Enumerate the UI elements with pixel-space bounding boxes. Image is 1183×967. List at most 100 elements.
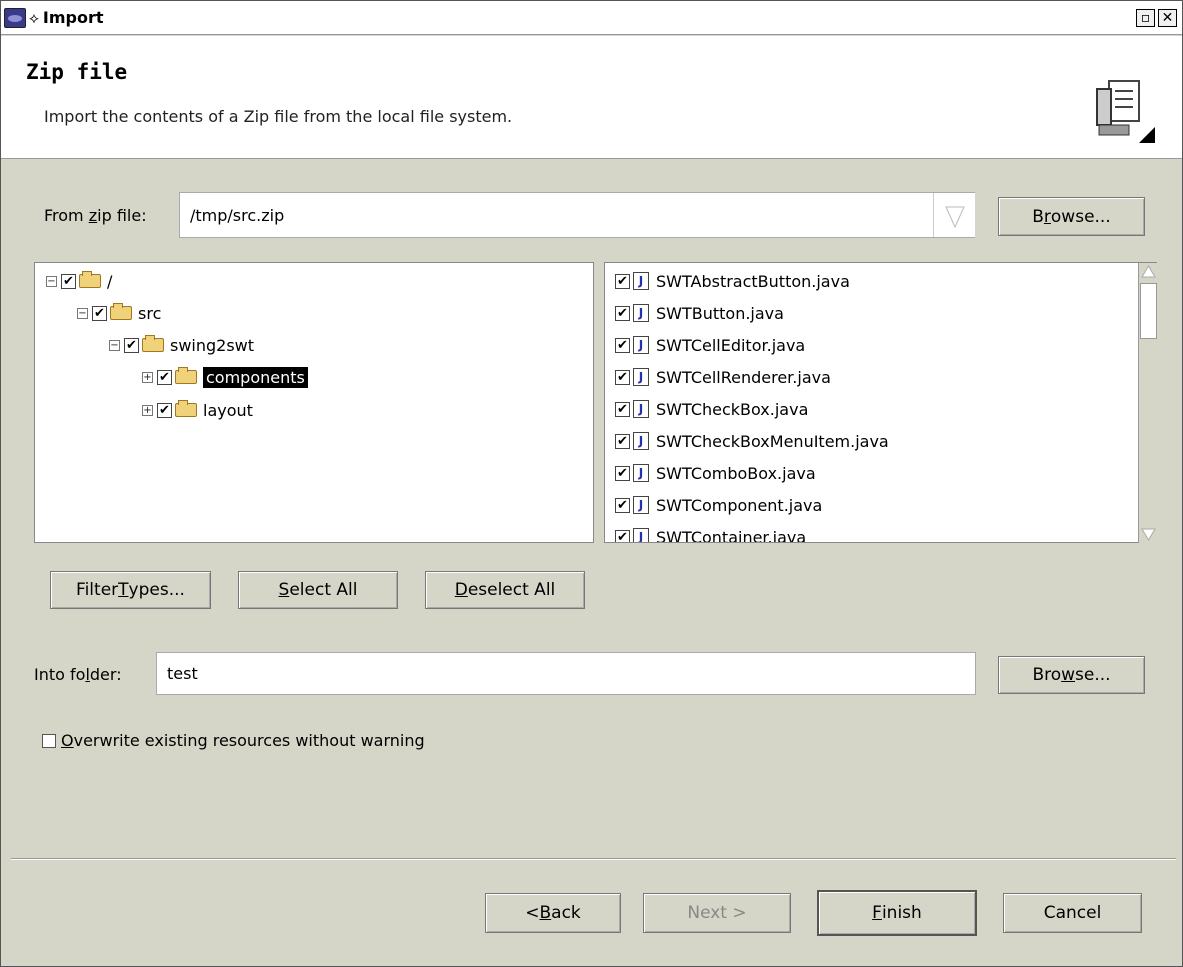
zip-file-combo[interactable]: /tmp/src.zip bbox=[179, 192, 975, 238]
cancel-button[interactable]: Cancel bbox=[1003, 893, 1142, 933]
checkbox-checked-icon[interactable]: ✔ bbox=[61, 273, 76, 289]
filter-types-button[interactable]: Filter Types... bbox=[50, 571, 211, 609]
browse-folder-button[interactable]: Bro w se... bbox=[998, 656, 1145, 694]
tree-node-swing2swt[interactable]: − ✔ swing2swt bbox=[109, 331, 254, 359]
file-name: SWTComponent.java bbox=[656, 495, 823, 515]
checkbox-checked-icon[interactable]: ✔ bbox=[615, 465, 630, 481]
file-list[interactable]: ✔ J SWTAbstractButton.java ✔ J SWTButton… bbox=[604, 262, 1157, 543]
list-item[interactable]: ✔ J SWTCellEditor.java bbox=[615, 331, 805, 359]
page-title: Zip file bbox=[26, 60, 128, 84]
import-dialog: ⟡ Import ▫ ✕ Zip file Import the content… bbox=[0, 0, 1183, 967]
next-button[interactable]: Next > bbox=[643, 893, 791, 933]
checkbox-checked-icon[interactable]: ✔ bbox=[615, 401, 630, 417]
checkbox-checked-icon[interactable]: ✔ bbox=[615, 273, 630, 289]
overwrite-checkbox[interactable] bbox=[42, 734, 56, 748]
zip-file-value: /tmp/src.zip bbox=[190, 205, 285, 225]
list-item[interactable]: ✔ J SWTCheckBoxMenuItem.java bbox=[615, 427, 889, 455]
combo-dropdown-button[interactable] bbox=[933, 193, 975, 237]
collapse-icon[interactable]: − bbox=[109, 339, 120, 351]
java-file-icon: J bbox=[633, 304, 649, 322]
checkbox-checked-icon[interactable]: ✔ bbox=[615, 433, 630, 449]
folder-open-icon bbox=[79, 271, 101, 288]
page-description: Import the contents of a Zip file from t… bbox=[44, 107, 513, 126]
java-file-icon: J bbox=[633, 400, 649, 418]
list-item[interactable]: ✔ J SWTContainer.java bbox=[615, 523, 807, 543]
folder-open-icon bbox=[175, 400, 197, 417]
list-item[interactable]: ✔ J SWTCellRenderer.java bbox=[615, 363, 831, 391]
folder-tree[interactable]: − ✔ / − ✔ src − ✔ swing2swt + ✔ componen… bbox=[34, 262, 594, 543]
overwrite-label[interactable]: Overwrite existing resources without war… bbox=[61, 731, 425, 750]
java-file-icon: J bbox=[633, 464, 649, 482]
list-item[interactable]: ✔ J SWTCheckBox.java bbox=[615, 395, 808, 423]
tree-node-label: / bbox=[107, 271, 113, 291]
tree-node-components[interactable]: + ✔ components bbox=[142, 363, 308, 391]
tree-node-label: src bbox=[138, 303, 162, 323]
java-file-icon: J bbox=[633, 336, 649, 354]
maximize-icon: ▫ bbox=[1140, 10, 1151, 26]
tree-node-label: swing2swt bbox=[170, 335, 255, 355]
checkbox-checked-icon[interactable]: ✔ bbox=[157, 402, 172, 418]
wizard-header: Zip file Import the contents of a Zip fi… bbox=[1, 36, 1182, 159]
tree-node-layout[interactable]: + ✔ layout bbox=[142, 396, 253, 424]
list-item[interactable]: ✔ J SWTComponent.java bbox=[615, 491, 822, 519]
file-name: SWTComboBox.java bbox=[656, 463, 816, 483]
checkbox-checked-icon[interactable]: ✔ bbox=[615, 369, 630, 385]
footer-separator bbox=[11, 858, 1176, 860]
file-name: SWTCheckBoxMenuItem.java bbox=[656, 431, 889, 451]
into-folder-label: Into folder: bbox=[34, 665, 122, 684]
folder-open-icon bbox=[175, 367, 197, 384]
back-button[interactable]: < Back bbox=[485, 893, 621, 933]
checkbox-checked-icon[interactable]: ✔ bbox=[615, 305, 630, 321]
into-folder-input[interactable]: test bbox=[156, 652, 976, 695]
file-name: SWTContainer.java bbox=[656, 527, 807, 543]
folder-open-icon bbox=[142, 335, 164, 352]
scroll-thumb[interactable] bbox=[1140, 283, 1157, 339]
folder-open-icon bbox=[110, 303, 132, 320]
list-item[interactable]: ✔ J SWTButton.java bbox=[615, 299, 784, 327]
checkbox-checked-icon[interactable]: ✔ bbox=[615, 497, 630, 513]
tree-node-label-selected: components bbox=[203, 366, 308, 388]
into-folder-value: test bbox=[167, 664, 198, 683]
tree-node-src[interactable]: − ✔ src bbox=[77, 299, 161, 327]
list-item[interactable]: ✔ J SWTAbstractButton.java bbox=[615, 267, 850, 295]
checkbox-checked-icon[interactable]: ✔ bbox=[124, 337, 139, 353]
pin-icon[interactable]: ⟡ bbox=[29, 9, 39, 27]
tree-node-root[interactable]: − ✔ / bbox=[46, 267, 112, 295]
select-all-button[interactable]: Select All bbox=[238, 571, 398, 609]
checkbox-checked-icon[interactable]: ✔ bbox=[92, 305, 107, 321]
java-file-icon: J bbox=[633, 496, 649, 514]
zip-import-icon bbox=[1096, 80, 1155, 143]
close-button[interactable]: ✕ bbox=[1158, 9, 1177, 27]
close-icon: ✕ bbox=[1161, 10, 1174, 26]
expand-icon[interactable]: + bbox=[142, 371, 153, 383]
from-zip-label: From zip file: bbox=[44, 206, 147, 225]
java-file-icon: J bbox=[633, 528, 649, 542]
file-list-scrollbar[interactable] bbox=[1138, 263, 1157, 543]
expand-icon[interactable]: + bbox=[142, 404, 153, 416]
tree-node-label: layout bbox=[203, 400, 253, 420]
window-title: Import bbox=[42, 8, 104, 27]
file-name: SWTAbstractButton.java bbox=[656, 271, 850, 291]
java-file-icon: J bbox=[633, 272, 649, 290]
list-item[interactable]: ✔ J SWTComboBox.java bbox=[615, 459, 816, 487]
file-name: SWTCheckBox.java bbox=[656, 399, 809, 419]
java-file-icon: J bbox=[633, 368, 649, 386]
java-file-icon: J bbox=[633, 432, 649, 450]
file-name: SWTButton.java bbox=[656, 303, 784, 323]
browse-zip-button[interactable]: Br owse... bbox=[998, 197, 1145, 236]
checkbox-checked-icon[interactable]: ✔ bbox=[157, 369, 172, 385]
app-icon bbox=[4, 7, 26, 28]
scroll-down-icon[interactable] bbox=[1139, 525, 1158, 543]
chevron-down-icon bbox=[945, 206, 965, 229]
deselect-all-button[interactable]: Deselect All bbox=[425, 571, 585, 609]
collapse-icon[interactable]: − bbox=[77, 307, 88, 319]
checkbox-checked-icon[interactable]: ✔ bbox=[615, 337, 630, 353]
scroll-up-icon[interactable] bbox=[1139, 263, 1158, 281]
title-bar: ⟡ Import ▫ ✕ bbox=[1, 1, 1182, 35]
maximize-button[interactable]: ▫ bbox=[1136, 9, 1155, 27]
file-name: SWTCellRenderer.java bbox=[656, 367, 831, 387]
finish-button[interactable]: Finish bbox=[817, 890, 977, 936]
file-name: SWTCellEditor.java bbox=[656, 335, 806, 355]
collapse-icon[interactable]: − bbox=[46, 275, 57, 287]
checkbox-checked-icon[interactable]: ✔ bbox=[615, 529, 630, 542]
